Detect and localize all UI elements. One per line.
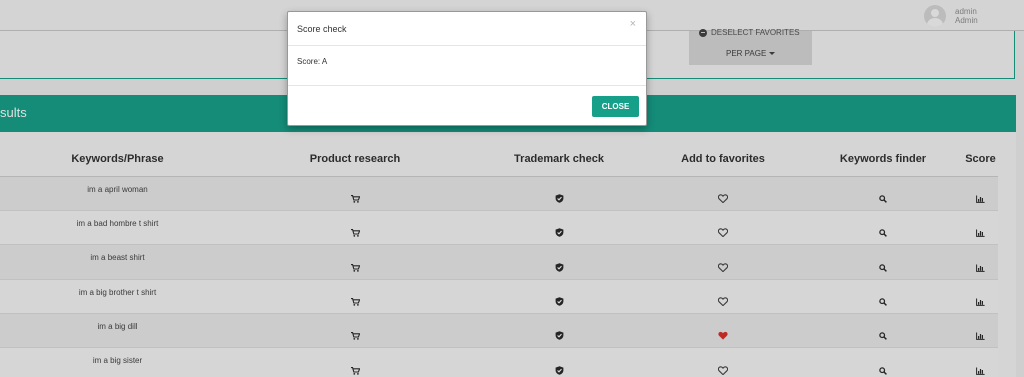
modal-header: Score check ×	[288, 12, 646, 46]
modal-title: Score check	[297, 24, 347, 34]
score-check-modal: Score check × Score: A CLOSE	[287, 11, 647, 126]
modal-close-icon[interactable]: ×	[630, 18, 636, 30]
close-button[interactable]: CLOSE	[592, 96, 639, 117]
score-text: Score: A	[297, 57, 328, 66]
modal-body: Score: A	[288, 46, 646, 86]
